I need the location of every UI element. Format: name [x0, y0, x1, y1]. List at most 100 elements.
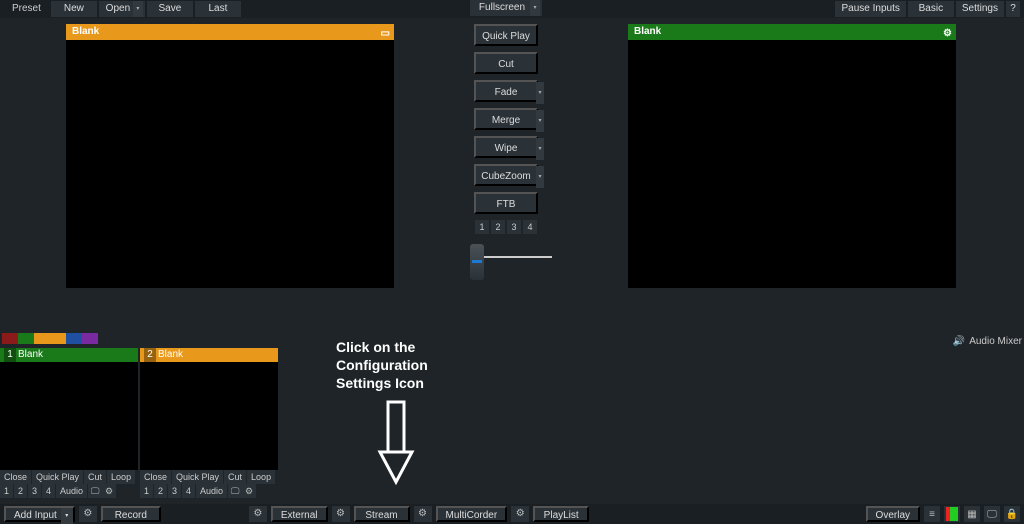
save-button[interactable]: Save: [147, 1, 193, 17]
color-chip-3[interactable]: [50, 333, 66, 344]
monitor-icon[interactable]: 🖵: [984, 506, 1000, 522]
monitor-icon[interactable]: 🖵: [88, 484, 102, 498]
stream-button[interactable]: Stream: [354, 506, 410, 522]
gear-icon[interactable]: ⚙: [102, 484, 116, 498]
input-4-button[interactable]: 4: [42, 484, 56, 498]
cut-button[interactable]: Cut: [224, 470, 247, 484]
quick-play-button[interactable]: Quick Play: [172, 470, 224, 484]
chevron-down-icon[interactable]: ▾: [133, 1, 143, 17]
gear-icon[interactable]: ⚙: [414, 506, 432, 522]
input-2-button[interactable]: 2: [154, 484, 168, 498]
input-4-button[interactable]: 4: [182, 484, 196, 498]
wipe-button[interactable]: Wipe▾: [474, 136, 538, 158]
down-arrow-icon: [376, 400, 416, 488]
cubezoom-button[interactable]: CubeZoom▾: [474, 164, 538, 186]
chevron-down-icon[interactable]: ▾: [536, 138, 544, 160]
output-video[interactable]: [628, 40, 956, 288]
speaker-icon: 🔊: [953, 336, 965, 347]
cut-button[interactable]: Cut: [84, 470, 107, 484]
input-name: Blank: [18, 349, 43, 360]
audio-mixer-toggle[interactable]: 🔊 Audio Mixer: [953, 336, 1022, 347]
input-thumbnail[interactable]: [0, 362, 138, 470]
stream-settings-gear-icon[interactable]: ⚙: [332, 506, 350, 522]
overlay-button[interactable]: Overlay: [866, 506, 920, 522]
preview-panel: Blank ▭: [66, 24, 394, 288]
color-chip-1[interactable]: [18, 333, 34, 344]
chevron-down-icon[interactable]: ▾: [61, 508, 73, 524]
preview-video[interactable]: [66, 40, 394, 288]
basic-button[interactable]: Basic: [908, 1, 954, 17]
window-icon[interactable]: ▭: [381, 26, 390, 42]
pause-inputs-button[interactable]: Pause Inputs: [835, 1, 905, 17]
open-button[interactable]: Open▾: [99, 1, 145, 17]
help-button[interactable]: ?: [1006, 1, 1020, 17]
preview-title-bar: Blank ▭: [66, 24, 394, 40]
overlay-3-button[interactable]: 3: [507, 220, 521, 234]
overlay-2-button[interactable]: 2: [491, 220, 505, 234]
input-audio-button[interactable]: Audio: [196, 484, 228, 498]
input-name: Blank: [158, 349, 183, 360]
fade-button[interactable]: Fade▾: [474, 80, 538, 102]
lock-icon[interactable]: 🔒: [1004, 506, 1020, 522]
playlist-button[interactable]: PlayList: [533, 506, 589, 522]
fullscreen-button[interactable]: Fullscreen▾: [470, 0, 542, 16]
quick-play-button[interactable]: Quick Play: [474, 24, 538, 46]
monitor-icon[interactable]: 🖵: [228, 484, 242, 498]
bottom-bar: Add Input▾ ⚙ Record ⚙ External ⚙ Stream …: [0, 504, 1024, 524]
input-audio-button[interactable]: Audio: [56, 484, 88, 498]
input-card-2: 2BlankCloseQuick PlayCutLoop1234Audio🖵⚙: [140, 348, 278, 498]
input-2-button[interactable]: 2: [14, 484, 28, 498]
preview-title: Blank: [72, 26, 99, 37]
chevron-down-icon[interactable]: ▾: [536, 110, 544, 132]
gear-icon[interactable]: ⚙: [511, 506, 529, 522]
input-1-button[interactable]: 1: [140, 484, 154, 498]
close-button[interactable]: Close: [140, 470, 172, 484]
multicorder-button[interactable]: MultiCorder: [436, 506, 508, 522]
quick-play-button[interactable]: Quick Play: [32, 470, 84, 484]
gear-icon[interactable]: ⚙: [943, 26, 952, 42]
input-title[interactable]: 2Blank: [140, 348, 278, 362]
output-title-bar: Blank ⚙: [628, 24, 956, 40]
overlay-4-button[interactable]: 4: [523, 220, 537, 234]
overlay-1-button[interactable]: 1: [475, 220, 489, 234]
transition-column: Quick Play Cut Fade▾ Merge▾ Wipe▾ CubeZo…: [470, 24, 542, 276]
t-bar-slider[interactable]: [470, 240, 550, 276]
input-thumbnail[interactable]: [140, 362, 278, 470]
chevron-down-icon[interactable]: ▾: [536, 82, 544, 104]
input-1-button[interactable]: 1: [0, 484, 14, 498]
last-button[interactable]: Last: [195, 1, 241, 17]
input-title[interactable]: 1Blank: [0, 348, 138, 362]
color-chip-0[interactable]: [2, 333, 18, 344]
output-title: Blank: [634, 26, 661, 37]
ftb-button[interactable]: FTB: [474, 192, 538, 214]
chevron-down-icon[interactable]: ▾: [530, 0, 540, 16]
gear-icon[interactable]: ⚙: [249, 506, 267, 522]
settings-button[interactable]: Settings: [956, 1, 1004, 17]
color-chip-5[interactable]: [82, 333, 98, 344]
new-button[interactable]: New: [51, 1, 97, 17]
t-bar-track: [478, 256, 552, 258]
loop-button[interactable]: Loop: [107, 470, 136, 484]
add-input-button[interactable]: Add Input▾: [4, 506, 75, 522]
merge-button[interactable]: Merge▾: [474, 108, 538, 130]
cut-button[interactable]: Cut: [474, 52, 538, 74]
record-button[interactable]: Record: [101, 506, 161, 522]
external-button[interactable]: External: [271, 506, 328, 522]
loop-button[interactable]: Loop: [247, 470, 276, 484]
grid-icon[interactable]: ▦: [964, 506, 980, 522]
gear-icon[interactable]: ⚙: [79, 506, 97, 522]
audio-levels-icon[interactable]: [944, 506, 960, 522]
input-3-button[interactable]: 3: [28, 484, 42, 498]
preset-label: Preset: [4, 1, 49, 17]
input-3-button[interactable]: 3: [168, 484, 182, 498]
instruction-annotation: Click on the Configuration Settings Icon: [336, 338, 428, 392]
color-chip-2[interactable]: [34, 333, 50, 344]
gear-icon[interactable]: ⚙: [242, 484, 256, 498]
close-button[interactable]: Close: [0, 470, 32, 484]
color-chip-4[interactable]: [66, 333, 82, 344]
chevron-down-icon[interactable]: ▾: [536, 166, 544, 188]
input-number: 2: [144, 348, 156, 362]
inputs-row: 1BlankCloseQuick PlayCutLoop1234Audio🖵⚙2…: [0, 348, 278, 498]
t-bar-handle[interactable]: [470, 244, 484, 280]
list-icon[interactable]: ≡: [924, 506, 940, 522]
